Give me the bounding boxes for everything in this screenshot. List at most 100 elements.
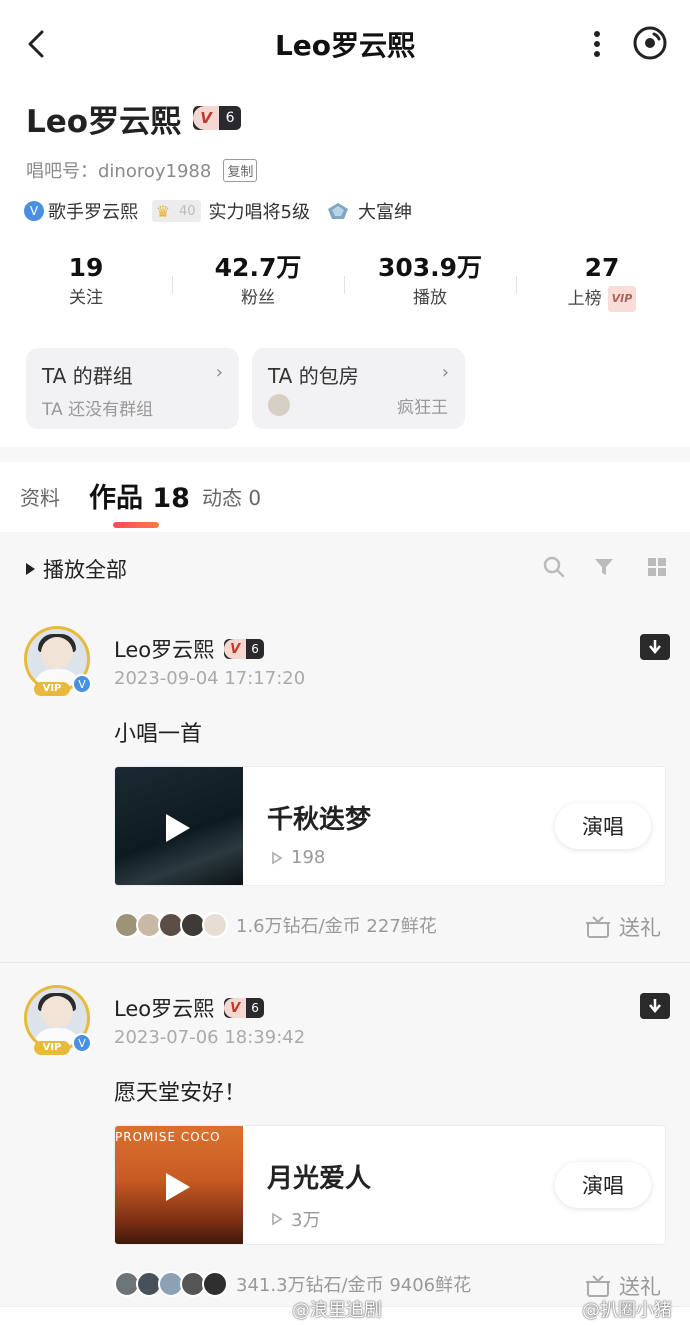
song-card[interactable]: PROMISE COCO 月光爱人 3万 演唱: [114, 1125, 666, 1245]
profile-name: Leo罗云熙: [26, 103, 182, 140]
vip-ribbon: VIP: [34, 682, 70, 696]
chevron-right-icon: ›: [441, 362, 449, 383]
stat-label: 关注: [69, 286, 103, 310]
fan-avatar[interactable]: [202, 1271, 228, 1297]
verified-icon: V: [72, 674, 92, 694]
stat-following[interactable]: 19 关注: [0, 250, 172, 316]
wealth-icon: [328, 203, 348, 219]
post-time: 2023-09-04 17:17:20: [114, 668, 306, 689]
watermark: @扒圈小猪: [582, 1300, 672, 1321]
post-text: 小唱一首: [114, 722, 203, 747]
navbar: Leo罗云熙: [0, 0, 690, 88]
tags-row: V 歌手罗云熙 ♛ 40 实力唱将5级 大富绅: [24, 198, 412, 224]
post-author-row: Leo罗云熙 V6: [114, 634, 265, 664]
tab-bar: 资料 作品 18 动态 0: [0, 462, 690, 532]
user-id-label: 唱吧号：: [26, 161, 98, 182]
post-text: 愿天堂安好！: [114, 1081, 247, 1106]
post-divider: [0, 962, 690, 963]
fans-row: 1.6万钻石/金币 227鲜花: [114, 910, 437, 940]
watermark: @浪里追剧: [292, 1300, 382, 1321]
stat-value: 42.7万: [214, 253, 302, 282]
singer-level-badge: ♛ 40: [152, 200, 201, 222]
level-badge: V6: [224, 998, 265, 1018]
sing-button[interactable]: 演唱: [555, 1162, 651, 1208]
level-number: 6: [225, 110, 235, 126]
play-icon: [26, 563, 35, 575]
v-icon: V: [224, 998, 247, 1018]
user-id-row: 唱吧号：dinoroy1988 复制: [26, 157, 258, 183]
tab-works[interactable]: 作品 18: [89, 476, 190, 515]
stat-fans[interactable]: 42.7万 粉丝: [172, 250, 344, 316]
post-time: 2023-07-06 18:39:42: [114, 1027, 306, 1048]
fans-row: 341.3万钻石/金币 9406鲜花: [114, 1269, 471, 1299]
gift-icon: [586, 1275, 610, 1297]
level-badge: V6: [224, 639, 265, 659]
record-icon[interactable]: [632, 25, 668, 61]
verified-icon: V: [72, 1033, 92, 1053]
stat-label-text: 播放: [413, 288, 447, 308]
fan-avatar[interactable]: [202, 912, 228, 938]
level-number: 6: [251, 642, 259, 656]
room-preview: 疯狂王: [397, 398, 448, 418]
song-card[interactable]: 千秋迭梦 198 演唱: [114, 766, 666, 886]
avatar-face: [41, 637, 73, 669]
song-play-count: 3万: [291, 1210, 321, 1231]
gift-button[interactable]: 送礼: [585, 912, 661, 942]
group-card-title: TA 的群组: [42, 364, 133, 388]
tab-info[interactable]: 资料: [20, 482, 60, 511]
song-title: 千秋迭梦: [267, 805, 372, 835]
active-tab-indicator: [113, 522, 159, 528]
stat-label-text: 粉丝: [241, 288, 275, 308]
play-all-button[interactable]: 播放全部: [26, 554, 127, 584]
vip-ribbon: VIP: [34, 1041, 70, 1055]
copy-button[interactable]: 复制: [223, 158, 258, 182]
gift-icon: [586, 916, 610, 938]
search-icon[interactable]: [541, 554, 567, 580]
filter-icon[interactable]: [591, 554, 617, 580]
room-card[interactable]: TA 的包房 疯狂王 ›: [252, 348, 465, 429]
song-cover[interactable]: PROMISE COCO: [115, 1126, 243, 1244]
stat-label-text: 上榜: [567, 289, 602, 309]
post-author-row: Leo罗云熙 V6: [114, 993, 265, 1023]
stat-label: 上榜 VIP: [568, 286, 637, 312]
group-card[interactable]: TA 的群组 TA 还没有群组 ›: [26, 348, 239, 429]
post-author[interactable]: Leo罗云熙: [114, 993, 214, 1023]
avatar-face: [41, 996, 73, 1028]
stat-label: 播放: [413, 286, 447, 310]
stat-rankings[interactable]: 27 上榜 VIP: [516, 250, 688, 316]
post-author[interactable]: Leo罗云熙: [114, 634, 214, 664]
stat-label: 粉丝: [241, 286, 275, 310]
play-icon: [166, 814, 190, 842]
stats-row: 19 关注 42.7万 粉丝 303.9万 播放 27 上榜 VIP: [0, 250, 690, 316]
stat-plays[interactable]: 303.9万 播放: [344, 250, 516, 316]
grid-icon[interactable]: [644, 554, 670, 580]
wealth-label[interactable]: 大富绅: [358, 198, 412, 224]
cert-label[interactable]: 歌手罗云熙: [48, 198, 138, 224]
cover-text: PROMISE COCO: [115, 1130, 221, 1144]
singer-level-label[interactable]: 实力唱将5级: [209, 198, 310, 224]
room-avatar: [268, 394, 290, 416]
stat-value: 303.9万: [377, 253, 483, 282]
song-cover[interactable]: [115, 767, 243, 885]
gift-label: 送礼: [619, 916, 661, 940]
sing-button[interactable]: 演唱: [555, 803, 651, 849]
download-icon[interactable]: [640, 634, 670, 660]
song-title: 月光爱人: [267, 1164, 372, 1194]
play-all-label: 播放全部: [43, 558, 127, 582]
profile-name-row: Leo罗云熙 V 6: [26, 96, 242, 140]
tab-moments[interactable]: 动态 0: [202, 482, 261, 511]
song-plays: 3万: [271, 1206, 320, 1232]
user-id: 唱吧号：dinoroy1988: [26, 157, 211, 183]
play-count-icon: [272, 1212, 283, 1226]
download-icon[interactable]: [640, 993, 670, 1019]
more-icon[interactable]: [584, 26, 610, 62]
chevron-right-icon: ›: [215, 362, 223, 383]
gift-stats: 1.6万钻石/金币 227鲜花: [236, 916, 437, 937]
song-play-count: 198: [291, 847, 326, 868]
stat-label-text: 关注: [69, 288, 103, 308]
level-badge: V 6: [193, 106, 242, 130]
v-icon: V: [193, 106, 220, 130]
singer-level-number: 40: [179, 203, 196, 219]
user-id-value: dinoroy1988: [98, 161, 212, 182]
group-card-subtitle: TA 还没有群组: [42, 400, 154, 420]
